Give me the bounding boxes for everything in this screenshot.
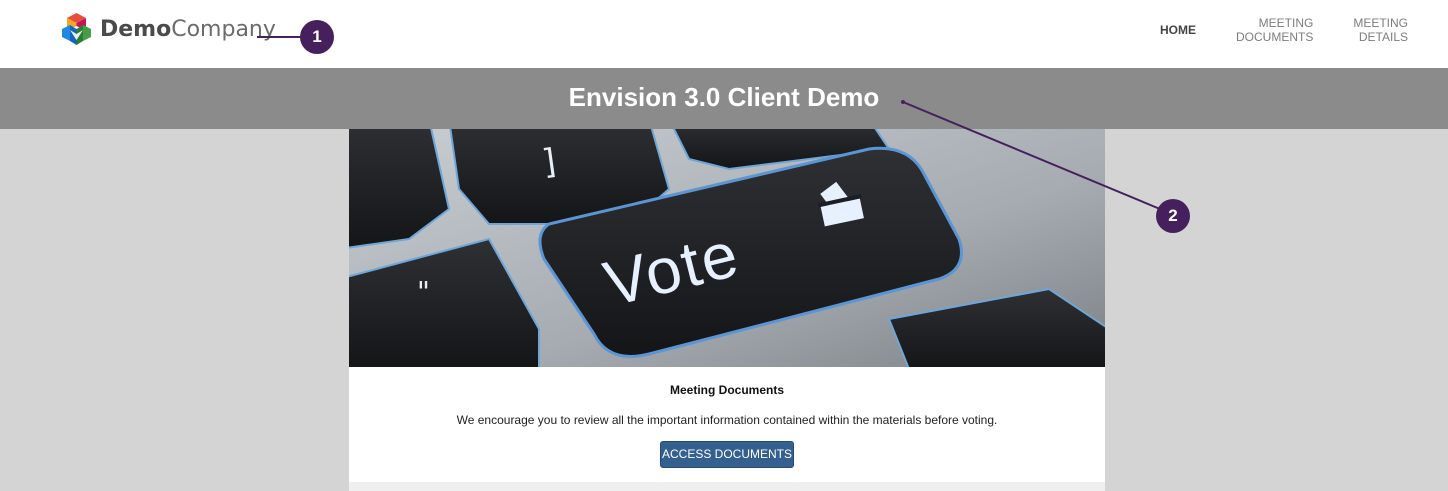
section-description: We encourage you to review all the impor… <box>456 413 998 427</box>
nav-meeting-documents-line2: DOCUMENTS <box>1235 30 1314 44</box>
svg-text:": " <box>417 275 430 308</box>
callout-badge-2: 2 <box>1156 199 1190 233</box>
title-banner: Envision 3.0 Client Demo <box>0 68 1448 129</box>
brand-name-light: Company <box>171 17 276 42</box>
section-heading: Meeting Documents <box>669 383 784 397</box>
cube-logo-icon <box>62 13 91 45</box>
meeting-documents-section: Meeting Documents We encourage you to re… <box>349 367 1105 491</box>
brand-name-bold: Demo <box>100 17 172 42</box>
brand-name: DemoCompany <box>100 17 276 42</box>
nav-meeting-details-line1: MEETING <box>1353 16 1408 30</box>
site-header: DemoCompany HOME MEETING DOCUMENTS MEETI… <box>0 0 1448 68</box>
nav-home[interactable]: HOME <box>1160 23 1196 37</box>
hero-image: ] Vote " <box>349 129 1105 367</box>
nav-meeting-documents-line1: MEETING <box>1258 16 1314 30</box>
keyboard-vote-image: ] Vote " <box>349 129 1105 367</box>
nav-home-label: HOME <box>1159 23 1196 37</box>
nav-meeting-documents[interactable]: MEETING DOCUMENTS <box>1236 16 1313 44</box>
page-title: Envision 3.0 Client Demo <box>568 82 880 112</box>
section-footer <box>349 482 1105 491</box>
company-logo[interactable]: DemoCompany <box>60 11 276 48</box>
access-documents-button[interactable]: ACCESS DOCUMENTS <box>660 441 794 468</box>
nav-meeting-details[interactable]: MEETING DETAILS <box>1353 16 1408 44</box>
main-nav: HOME MEETING DOCUMENTS MEETING DETAILS <box>1120 16 1408 44</box>
callout-badge-1: 1 <box>300 20 334 54</box>
nav-meeting-details-line2: DETAILS <box>1358 30 1408 44</box>
